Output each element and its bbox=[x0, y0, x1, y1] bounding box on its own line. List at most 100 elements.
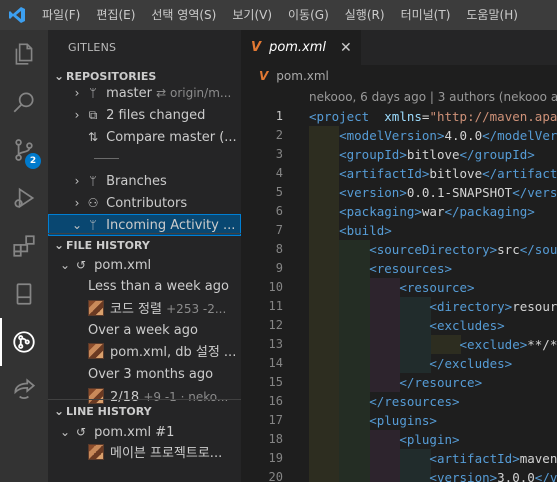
live-share-icon[interactable] bbox=[0, 366, 48, 414]
compare-icon: ⇅ bbox=[87, 130, 99, 144]
chevron-down-icon: ⌄ bbox=[59, 425, 71, 439]
code-line[interactable]: 11 <directory>resources</directory> bbox=[241, 297, 557, 316]
code-line[interactable]: 15 </resource> bbox=[241, 373, 557, 392]
menu-terminal[interactable]: 터미널(T) bbox=[393, 0, 459, 30]
line-number: 8 bbox=[275, 242, 283, 256]
menu-view[interactable]: 보기(V) bbox=[224, 0, 280, 30]
run-debug-icon[interactable] bbox=[0, 174, 48, 222]
files-changed-item[interactable]: › ⧉ 2 files changed bbox=[48, 104, 241, 126]
line-number: 17 bbox=[268, 413, 283, 427]
line-history-file[interactable]: ⌄ ↺ pom.xml #1 bbox=[48, 421, 241, 443]
commit-item[interactable]: pom.xml, db 설정 ... bbox=[48, 342, 241, 364]
code-token: </version> bbox=[534, 470, 557, 482]
code-line[interactable]: 6 <packaging>war</packaging> bbox=[241, 202, 557, 221]
compare-item[interactable]: ⇅ Compare master (... bbox=[48, 126, 241, 148]
code-text: </resources> bbox=[309, 392, 459, 411]
code-token: </resource> bbox=[399, 375, 483, 390]
code-line[interactable]: 1 <project xmlns="http://maven.apache.org… bbox=[241, 107, 557, 126]
branches-item[interactable]: › ᛘ Branches bbox=[48, 170, 241, 192]
blame-annotation[interactable]: nekooo, 6 days ago | 3 authors (nekooo a… bbox=[309, 90, 557, 104]
code-line[interactable]: 10 <resource> bbox=[241, 278, 557, 297]
menu-bar: 파일(F) 편집(E) 선택 영역(S) 보기(V) 이동(G) 실행(R) 터… bbox=[0, 0, 557, 30]
code-line[interactable]: 12 <excludes> bbox=[241, 316, 557, 335]
diff-icon: ⧉ bbox=[88, 108, 98, 122]
code-token: </version> bbox=[512, 185, 557, 200]
branch-icon: ᛘ bbox=[89, 174, 97, 188]
commit-item[interactable]: 코드 정렬 +253 -2... bbox=[48, 298, 241, 320]
code-line[interactable]: 19 <artifactId>maven-war-plugin</artifac… bbox=[241, 449, 557, 468]
history-group-label: Over a week ago bbox=[88, 323, 198, 338]
code-text: <version>0.0.1-SNAPSHOT</version> bbox=[309, 183, 557, 202]
file-history-section-header[interactable]: ⌄ FILE HISTORY bbox=[48, 233, 241, 255]
menu-go[interactable]: 이동(G) bbox=[280, 0, 337, 30]
code-text: <modelVersion>4.0.0</modelVersion> bbox=[309, 126, 557, 145]
code-text: </excludes> bbox=[309, 354, 512, 373]
line-number: 13 bbox=[268, 337, 283, 351]
menu-run[interactable]: 실행(R) bbox=[337, 0, 393, 30]
code-line[interactable]: 4 <artifactId>bitlove</artifactId> bbox=[241, 164, 557, 183]
code-line[interactable]: 7 <build> bbox=[241, 221, 557, 240]
branch-item[interactable]: › ᛘ master ⇄ origin/m... bbox=[48, 82, 241, 104]
code-token: </modelVersion> bbox=[482, 128, 557, 143]
line-number: 10 bbox=[268, 280, 283, 294]
menu-help[interactable]: 도움말(H) bbox=[458, 0, 526, 30]
code-line[interactable]: 13 <exclude>**/*.java</exclude> bbox=[241, 335, 557, 354]
code-token: bitlove bbox=[406, 147, 460, 162]
line-number: 5 bbox=[275, 185, 283, 199]
code-token: resources bbox=[512, 299, 557, 314]
search-icon[interactable] bbox=[0, 78, 48, 126]
remote-explorer-icon[interactable] bbox=[0, 270, 48, 318]
contributors-item[interactable]: › ⚇ Contributors bbox=[48, 192, 241, 214]
code-line[interactable]: 3 <groupId>bitlove</groupId> bbox=[241, 145, 557, 164]
line-number: 1 bbox=[275, 109, 283, 123]
explorer-icon[interactable] bbox=[0, 30, 48, 78]
chevron-down-icon: ⌄ bbox=[53, 238, 65, 252]
commit-item[interactable]: 메이븐 프로젝트로... bbox=[48, 443, 241, 465]
history-group-label: Less than a week ago bbox=[88, 279, 229, 294]
close-icon[interactable]: ✕ bbox=[340, 40, 352, 56]
code-line[interactable]: 5 <version>0.0.1-SNAPSHOT</version> bbox=[241, 183, 557, 202]
code-text: <directory>resources</directory> bbox=[309, 297, 557, 316]
gitlens-icon[interactable] bbox=[0, 318, 48, 366]
code-line[interactable]: 16 </resources> bbox=[241, 392, 557, 411]
breadcrumb[interactable]: V pom.xml bbox=[241, 65, 557, 87]
extensions-icon[interactable] bbox=[0, 222, 48, 270]
avatar bbox=[88, 300, 104, 316]
code-token: <version> bbox=[339, 185, 407, 200]
code-line[interactable]: 9 <resources> bbox=[241, 259, 557, 278]
avatar bbox=[88, 343, 104, 359]
code-line[interactable]: 8 <sourceDirectory>src</sourceDirectory> bbox=[241, 240, 557, 259]
line-history-section-header[interactable]: ⌄ LINE HISTORY bbox=[48, 399, 241, 421]
editor-area: V pom.xml ✕ V pom.xml nekooo, 6 days ago… bbox=[241, 30, 557, 482]
code-text: <exclude>**/*.java</exclude> bbox=[309, 335, 557, 354]
menu-file[interactable]: 파일(F) bbox=[34, 0, 88, 30]
code-line[interactable]: 14 </excludes> bbox=[241, 354, 557, 373]
code-token: xmlns bbox=[384, 109, 422, 124]
code-token: </excludes> bbox=[429, 356, 513, 371]
tab-pom-xml[interactable]: V pom.xml ✕ bbox=[241, 30, 361, 65]
code-line[interactable]: 2 <modelVersion>4.0.0</modelVersion> bbox=[241, 126, 557, 145]
code-token: <resource> bbox=[399, 280, 475, 295]
sidebar-title: GITLENS bbox=[68, 41, 117, 54]
code-text: <artifactId>maven-war-plugin</artifactId… bbox=[309, 449, 557, 468]
code-token: project bbox=[316, 109, 370, 124]
file-history-file[interactable]: ⌄ ↺ pom.xml bbox=[48, 254, 241, 276]
code-line[interactable]: 17 <plugins> bbox=[241, 411, 557, 430]
source-control-icon[interactable]: 2 bbox=[0, 126, 48, 174]
upstream-label: ⇄ origin/m... bbox=[156, 86, 232, 100]
code-token: <modelVersion> bbox=[339, 128, 445, 143]
menu-selection[interactable]: 선택 영역(S) bbox=[143, 0, 224, 30]
code-token: war bbox=[421, 204, 445, 219]
code-line[interactable]: 20 <version>3.0.0</version> bbox=[241, 468, 557, 482]
code-token: <groupId> bbox=[339, 147, 407, 162]
code-line[interactable]: 18 <plugin> bbox=[241, 430, 557, 449]
menu-edit[interactable]: 편집(E) bbox=[88, 0, 143, 30]
